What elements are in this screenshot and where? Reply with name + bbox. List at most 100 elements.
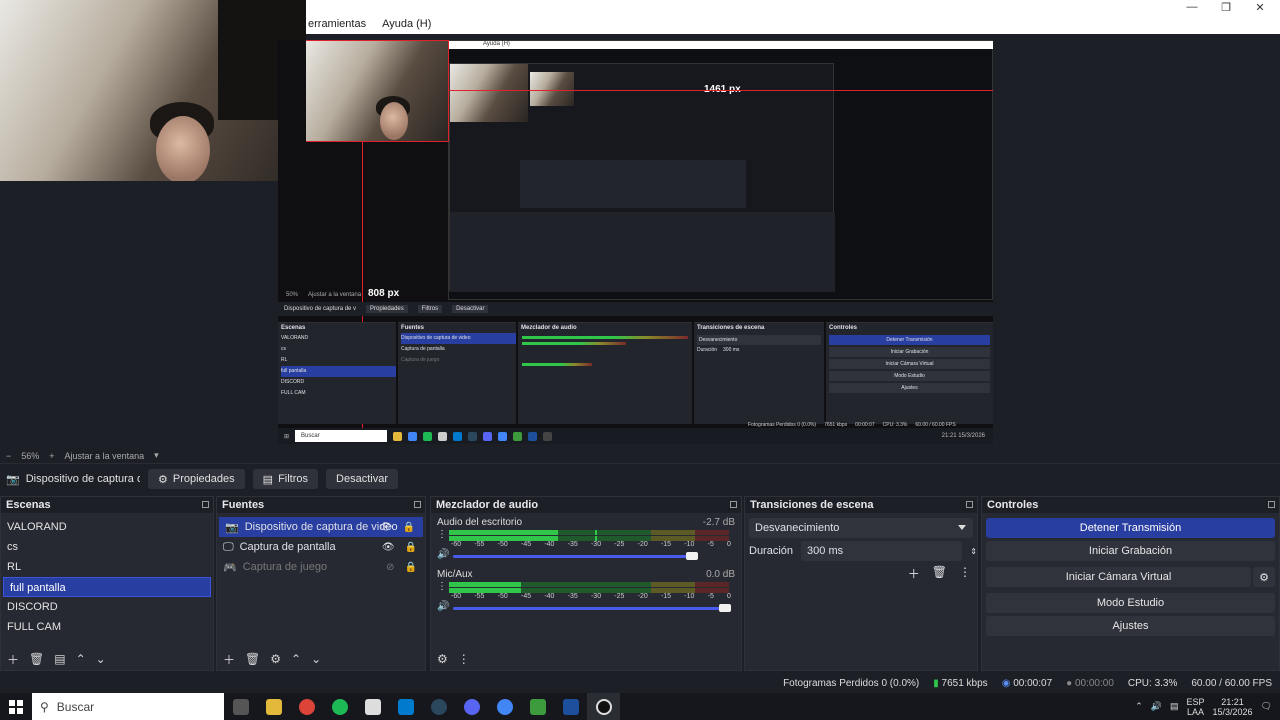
eye-icon[interactable]: 👁	[380, 522, 393, 533]
chevron-down-icon[interactable]: ⌄	[96, 652, 106, 666]
more-icon[interactable]: ⋮	[959, 565, 971, 582]
close-icon[interactable]: ✕	[1254, 1, 1266, 14]
clock[interactable]: 21:21 15/3/2026	[1213, 697, 1253, 717]
menu-tools[interactable]: erramientas	[306, 18, 368, 30]
dropped-frames: Fotogramas Perdidos 0 (0.0%)	[783, 677, 920, 689]
speaker-icon[interactable]: 🔊	[437, 601, 449, 612]
nested-obs-window: Ayuda (H)	[448, 40, 993, 300]
scene-item[interactable]: DISCORD	[1, 597, 213, 617]
trash-icon[interactable]: 🗑	[29, 652, 44, 666]
stepper-icon[interactable]: ⇕	[970, 547, 977, 556]
eye-off-icon[interactable]: ⊘	[386, 562, 394, 573]
restore-icon[interactable]: ❐	[1220, 1, 1232, 14]
chrome-profile-icon[interactable]	[488, 693, 521, 720]
zoom-in-button[interactable]: +	[49, 451, 54, 461]
scene-item[interactable]: FULL CAM	[1, 617, 213, 637]
scene-item[interactable]: cs	[1, 537, 213, 557]
vscode-icon[interactable]	[389, 693, 422, 720]
stop-stream-button[interactable]: Detener Transmisión	[986, 518, 1275, 538]
undock-icon[interactable]	[414, 501, 421, 508]
speaker-icon[interactable]: 🔊	[437, 549, 449, 560]
duration-input[interactable]: 300 ms	[801, 541, 963, 561]
meter-ticks: -60 -55 -50 -45 -40 -35 -30 -25 -20 -15 -10 -5 0	[451, 593, 731, 600]
add-icon[interactable]: ＋	[908, 565, 920, 582]
lock-icon[interactable]: 🔒	[403, 522, 415, 533]
chevron-up-icon[interactable]: ⌃	[291, 652, 301, 666]
meter-tick-label: -40	[544, 593, 555, 600]
meter-tick-label: -55	[474, 541, 485, 548]
source-item-selected[interactable]: 📷 Dispositivo de captura de video 👁 🔒	[219, 517, 423, 537]
zoom-out-button[interactable]: −	[6, 451, 11, 461]
scene-item-selected[interactable]: full pantalla	[3, 577, 211, 597]
undock-icon[interactable]	[1268, 501, 1275, 508]
filter-icon[interactable]: ▤	[54, 652, 65, 666]
sources-dock: Fuentes 📷 Dispositivo de captura de vide…	[216, 496, 426, 671]
transition-select[interactable]: Desvanecimiento	[749, 518, 973, 538]
game-icon[interactable]	[521, 693, 554, 720]
eye-icon[interactable]: 👁	[382, 542, 395, 553]
discord-icon[interactable]	[455, 693, 488, 720]
spotify-icon[interactable]	[323, 693, 356, 720]
volume-knob[interactable]	[686, 552, 699, 560]
lock-icon[interactable]: 🔒	[405, 542, 417, 553]
nested-menu-help: Ayuda (H)	[483, 41, 510, 47]
program-preview[interactable]: Ayuda (H) 1461 px 808 px 50% Ajustar a l…	[278, 40, 993, 444]
meter-tick-label: -60	[451, 541, 462, 548]
minimize-icon[interactable]: —	[1186, 1, 1198, 13]
chrome-icon[interactable]	[290, 693, 323, 720]
add-icon[interactable]: ＋	[223, 651, 235, 668]
undock-icon[interactable]	[730, 501, 737, 508]
properties-button[interactable]: ⚙ Propiedades	[148, 469, 245, 489]
virtual-camera-settings-button[interactable]: ⚙	[1253, 567, 1275, 587]
scene-item[interactable]: RL	[1, 557, 213, 577]
source-item-hidden[interactable]: 🎮 Captura de juego ⊘ 🔒	[217, 557, 425, 577]
recording-time: ● 00:00:00	[1066, 677, 1114, 689]
app-icon[interactable]	[356, 693, 389, 720]
advanced-audio-icon[interactable]: ⚙	[437, 652, 448, 666]
volume-slider[interactable]	[453, 552, 699, 560]
trash-icon[interactable]: 🗑	[245, 652, 260, 666]
meter-peak	[519, 582, 521, 587]
source-item[interactable]: 🖵 Captura de pantalla 👁 🔒	[217, 537, 425, 557]
volume-slider[interactable]	[453, 604, 731, 612]
task-view-icon[interactable]	[224, 693, 257, 720]
notification-icon[interactable]: 🗨	[1261, 701, 1272, 712]
meter-tick-label: 0	[727, 541, 731, 548]
undock-icon[interactable]	[966, 501, 973, 508]
more-icon[interactable]: ⋮	[458, 652, 470, 666]
meter-tick-label: -35	[567, 593, 578, 600]
file-explorer-icon[interactable]	[257, 693, 290, 720]
meter-level	[449, 530, 559, 535]
sound-icon[interactable]: 🔊	[1151, 701, 1162, 712]
chevron-down-icon[interactable]: ▾	[154, 450, 159, 461]
taskbar-search[interactable]: ⚲ Buscar	[32, 693, 224, 720]
scene-item[interactable]: VALORAND	[1, 517, 213, 537]
meter-tick-label: -25	[614, 541, 625, 548]
obs-icon[interactable]	[587, 693, 620, 720]
trash-icon[interactable]: 🗑	[932, 565, 947, 582]
filters-button[interactable]: ▤ Filtros	[252, 469, 319, 489]
settings-button[interactable]: Ajustes	[986, 616, 1275, 636]
shield-icon[interactable]	[554, 693, 587, 720]
windows-start-icon[interactable]	[0, 693, 32, 720]
chevron-up-icon[interactable]: ⌃	[76, 652, 86, 666]
network-icon[interactable]: ▤	[1170, 701, 1179, 712]
lock-icon[interactable]: 🔒	[405, 562, 417, 573]
volume-knob[interactable]	[719, 604, 731, 612]
virtual-camera-button[interactable]: Iniciar Cámara Virtual	[986, 567, 1251, 587]
more-icon[interactable]: ⋮	[437, 529, 447, 540]
chevron-up-icon[interactable]: ⌃	[1135, 701, 1143, 712]
deactivate-button[interactable]: Desactivar	[326, 469, 398, 489]
fit-to-window-button[interactable]: Ajustar a la ventana	[65, 451, 145, 461]
gear-icon[interactable]: ⚙	[270, 652, 281, 666]
studio-mode-button[interactable]: Modo Estudio	[986, 593, 1275, 613]
menu-help[interactable]: Ayuda (H)	[380, 18, 433, 30]
undock-icon[interactable]	[202, 501, 209, 508]
more-icon[interactable]: ⋮	[437, 581, 447, 592]
add-icon[interactable]: ＋	[7, 651, 19, 668]
steam-icon[interactable]	[422, 693, 455, 720]
language-indicator[interactable]: ESP LAA	[1187, 697, 1205, 717]
meter-tick-label: -10	[684, 541, 695, 548]
start-recording-button[interactable]: Iniciar Grabación	[986, 541, 1275, 561]
chevron-down-icon[interactable]: ⌄	[311, 652, 321, 666]
